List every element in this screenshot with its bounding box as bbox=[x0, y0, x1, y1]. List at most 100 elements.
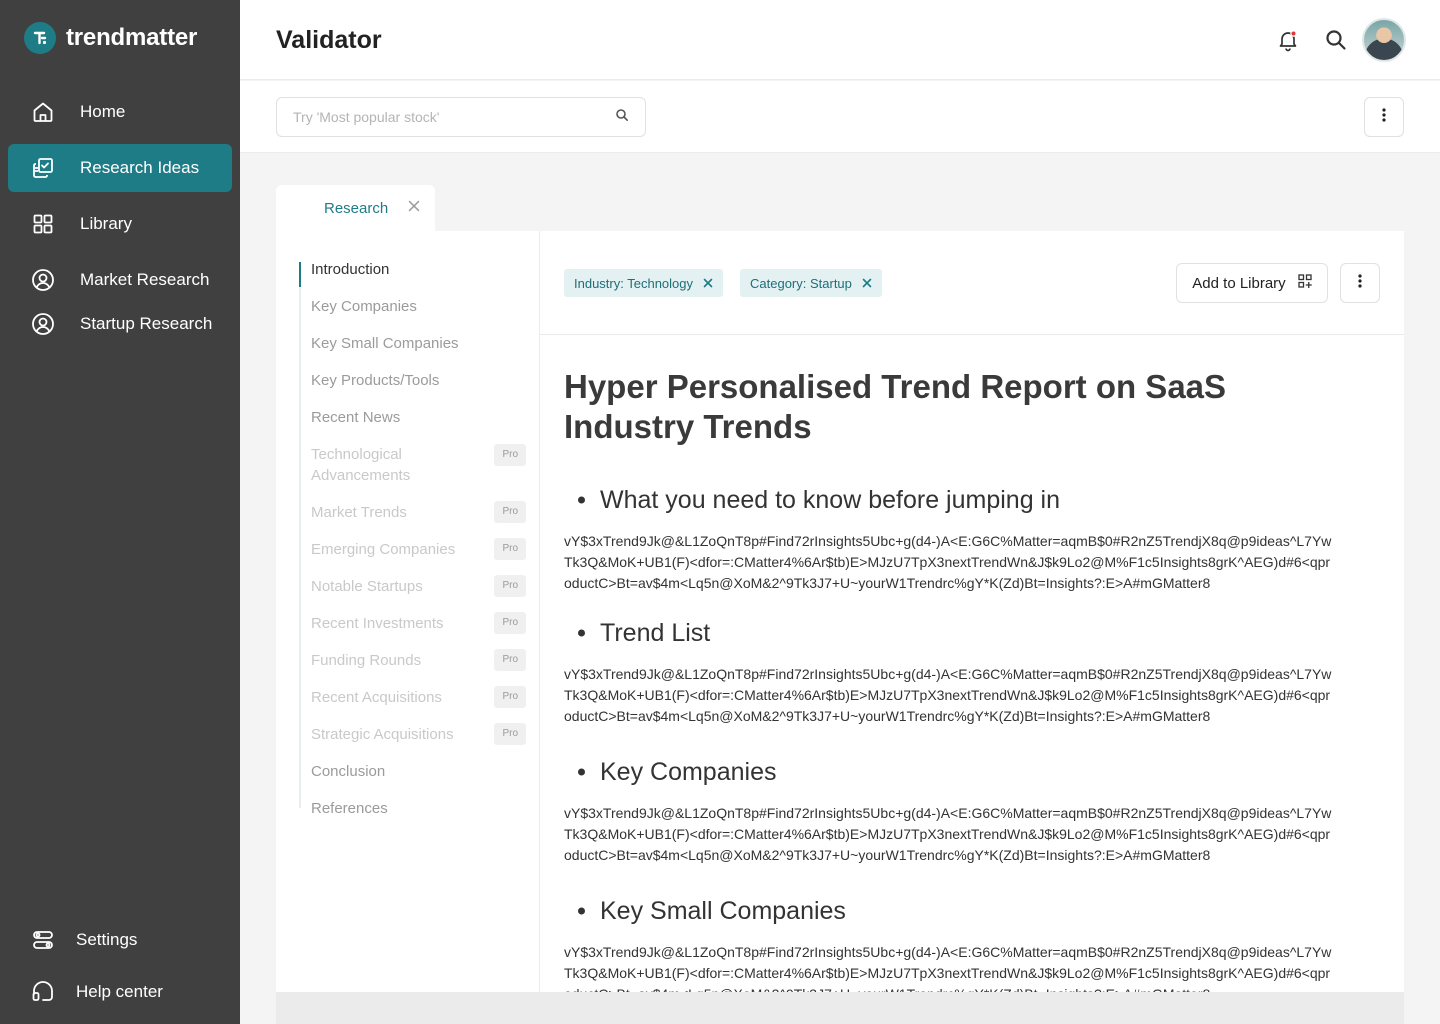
home-icon bbox=[30, 99, 56, 125]
toc-item-recent-news[interactable]: Recent News bbox=[311, 407, 526, 428]
sidebar-item-label: Help center bbox=[76, 982, 163, 1001]
toc-item-label: Market Trends bbox=[311, 504, 407, 521]
report-article: Hyper Personalised Trend Report on SaaS … bbox=[564, 367, 1364, 992]
add-to-library-button[interactable]: Add to Library bbox=[1176, 263, 1328, 303]
more-options-button[interactable] bbox=[1364, 97, 1404, 137]
sidebar-item-settings[interactable]: Settings bbox=[8, 916, 232, 964]
search-icon[interactable] bbox=[615, 108, 629, 127]
filter-chip-category: Category: Startup bbox=[740, 269, 882, 297]
sidebar-item-label: Research Ideas bbox=[80, 158, 200, 177]
remove-filter-icon[interactable] bbox=[703, 276, 713, 291]
search-input[interactable] bbox=[293, 109, 615, 125]
brand-logo-icon bbox=[24, 22, 56, 54]
toc-item-strategic-acquisitions[interactable]: Strategic Acquisitions Pro bbox=[311, 723, 526, 745]
toc-item-label: Technological Advancements bbox=[311, 446, 411, 484]
sidebar-item-market-research[interactable]: Market Research bbox=[8, 256, 232, 304]
filter-chip-label: Category: Startup bbox=[750, 275, 852, 291]
toc-track bbox=[299, 262, 301, 808]
sidebar-item-help-center[interactable]: Help center bbox=[8, 968, 232, 1016]
add-grid-icon bbox=[1298, 274, 1312, 292]
settings-icon bbox=[30, 927, 56, 953]
tab-research[interactable]: Research bbox=[276, 185, 435, 231]
sidebar-item-startup-research[interactable]: Startup Research bbox=[8, 300, 232, 348]
sidebar-item-label: Home bbox=[80, 102, 126, 121]
pro-badge: Pro bbox=[494, 575, 526, 597]
pro-badge: Pro bbox=[494, 649, 526, 671]
toc-item-recent-investments[interactable]: Recent Investments Pro bbox=[311, 612, 526, 634]
pro-badge: Pro bbox=[494, 538, 526, 560]
add-to-library-label: Add to Library bbox=[1192, 274, 1286, 292]
toc-item-recent-acquisitions[interactable]: Recent Acquisitions Pro bbox=[311, 686, 526, 708]
pro-badge: Pro bbox=[494, 444, 526, 466]
toc-item-notable-startups[interactable]: Notable Startups Pro bbox=[311, 575, 526, 597]
toc-active-indicator bbox=[299, 262, 301, 287]
sidebar-nav: Home Research Ideas Library Market Resea… bbox=[8, 88, 232, 356]
panel-footer bbox=[276, 992, 1404, 1024]
section-heading: Trend List bbox=[564, 616, 1364, 650]
table-of-contents: Introduction Key Companies Key Small Compa… bbox=[276, 231, 540, 992]
toc-item-label: Emerging Companies bbox=[311, 541, 456, 558]
toc-item-label: References bbox=[311, 800, 388, 817]
brand-name: trendmatter bbox=[66, 24, 198, 51]
tab-label: Research bbox=[324, 199, 389, 217]
report-title: Hyper Personalised Trend Report on SaaS … bbox=[564, 368, 1227, 445]
search-icon[interactable] bbox=[1322, 26, 1350, 54]
section-heading: Key Companies bbox=[564, 755, 1364, 789]
sidebar-item-label: Library bbox=[80, 214, 132, 233]
close-icon[interactable] bbox=[408, 199, 420, 217]
toc-item-label: Key Products/Tools bbox=[311, 372, 440, 389]
top-header: Validator bbox=[240, 0, 1440, 80]
section-body: vY$3xTrend9Jk@&L1ZoQnT8p#Find72rInsights… bbox=[564, 533, 1332, 591]
notification-bell-icon[interactable] bbox=[1274, 26, 1302, 54]
sidebar-item-label: Startup Research bbox=[80, 314, 213, 333]
sidebar-item-label: Market Research bbox=[80, 270, 210, 289]
toc-item-emerging-companies[interactable]: Emerging Companies Pro bbox=[311, 538, 526, 560]
remove-filter-icon[interactable] bbox=[862, 276, 872, 291]
sidebar-item-label: Settings bbox=[76, 930, 138, 949]
toc-item-market-trends[interactable]: Market Trends Pro bbox=[311, 501, 526, 523]
toc-item-label: Notable Startups bbox=[311, 578, 423, 595]
toc-item-label: Conclusion bbox=[311, 763, 386, 780]
toc-item-introduction[interactable]: Introduction bbox=[311, 259, 526, 280]
pro-badge: Pro bbox=[494, 686, 526, 708]
sidebar-bottom-nav: Settings Help center bbox=[8, 916, 232, 1020]
toc-item-key-products-tools[interactable]: Key Products/Tools bbox=[311, 370, 526, 391]
search-toolbar bbox=[240, 81, 1440, 153]
toc-item-label: Recent News bbox=[311, 409, 401, 426]
pro-badge: Pro bbox=[494, 501, 526, 523]
section-body: vY$3xTrend9Jk@&L1ZoQnT8p#Find72rInsights… bbox=[564, 805, 1332, 863]
filter-chip-industry: Industry: Technology bbox=[564, 269, 723, 297]
toc-item-conclusion[interactable]: Conclusion bbox=[311, 761, 526, 782]
kebab-menu-icon bbox=[1382, 107, 1386, 127]
toc-item-label: Strategic Acquisitions bbox=[311, 726, 454, 743]
research-ideas-icon bbox=[30, 155, 56, 181]
toc-item-technological-advancements[interactable]: Technological Advancements Pro bbox=[311, 444, 526, 486]
section-body: vY$3xTrend9Jk@&L1ZoQnT8p#Find72rInsights… bbox=[564, 666, 1332, 724]
search-field bbox=[276, 97, 646, 137]
pro-badge: Pro bbox=[494, 612, 526, 634]
toc-item-key-small-companies[interactable]: Key Small Companies bbox=[311, 333, 526, 354]
toc-item-label: Introduction bbox=[311, 261, 390, 278]
sidebar-item-library[interactable]: Library bbox=[8, 200, 232, 248]
sidebar-item-research-ideas[interactable]: Research Ideas bbox=[8, 144, 232, 192]
pro-badge: Pro bbox=[494, 723, 526, 745]
filter-bar: Industry: Technology Category: Startup A… bbox=[540, 231, 1404, 335]
toc-item-label: Key Small Companies bbox=[311, 335, 459, 352]
report-content: Industry: Technology Category: Startup A… bbox=[540, 231, 1404, 992]
page-title: Validator bbox=[276, 26, 382, 54]
toc-item-references[interactable]: References bbox=[311, 798, 526, 819]
filter-chip-label: Industry: Technology bbox=[574, 275, 693, 291]
report-options-button[interactable] bbox=[1340, 263, 1380, 303]
toc-item-label: Key Companies bbox=[311, 298, 417, 315]
toc-item-key-companies[interactable]: Key Companies bbox=[311, 296, 526, 317]
section-heading: What you need to know before jumping in bbox=[564, 483, 1364, 517]
sidebar-item-home[interactable]: Home bbox=[8, 88, 232, 136]
section-heading: Key Small Companies bbox=[564, 894, 1364, 928]
toc-item-funding-rounds[interactable]: Funding Rounds Pro bbox=[311, 649, 526, 671]
brand[interactable]: trendmatter bbox=[24, 22, 197, 54]
toc-item-label: Recent Acquisitions bbox=[311, 689, 442, 706]
user-circle-icon bbox=[30, 267, 56, 293]
headset-icon bbox=[30, 979, 56, 1005]
avatar[interactable] bbox=[1362, 18, 1406, 62]
toc-item-label: Recent Investments bbox=[311, 615, 444, 632]
